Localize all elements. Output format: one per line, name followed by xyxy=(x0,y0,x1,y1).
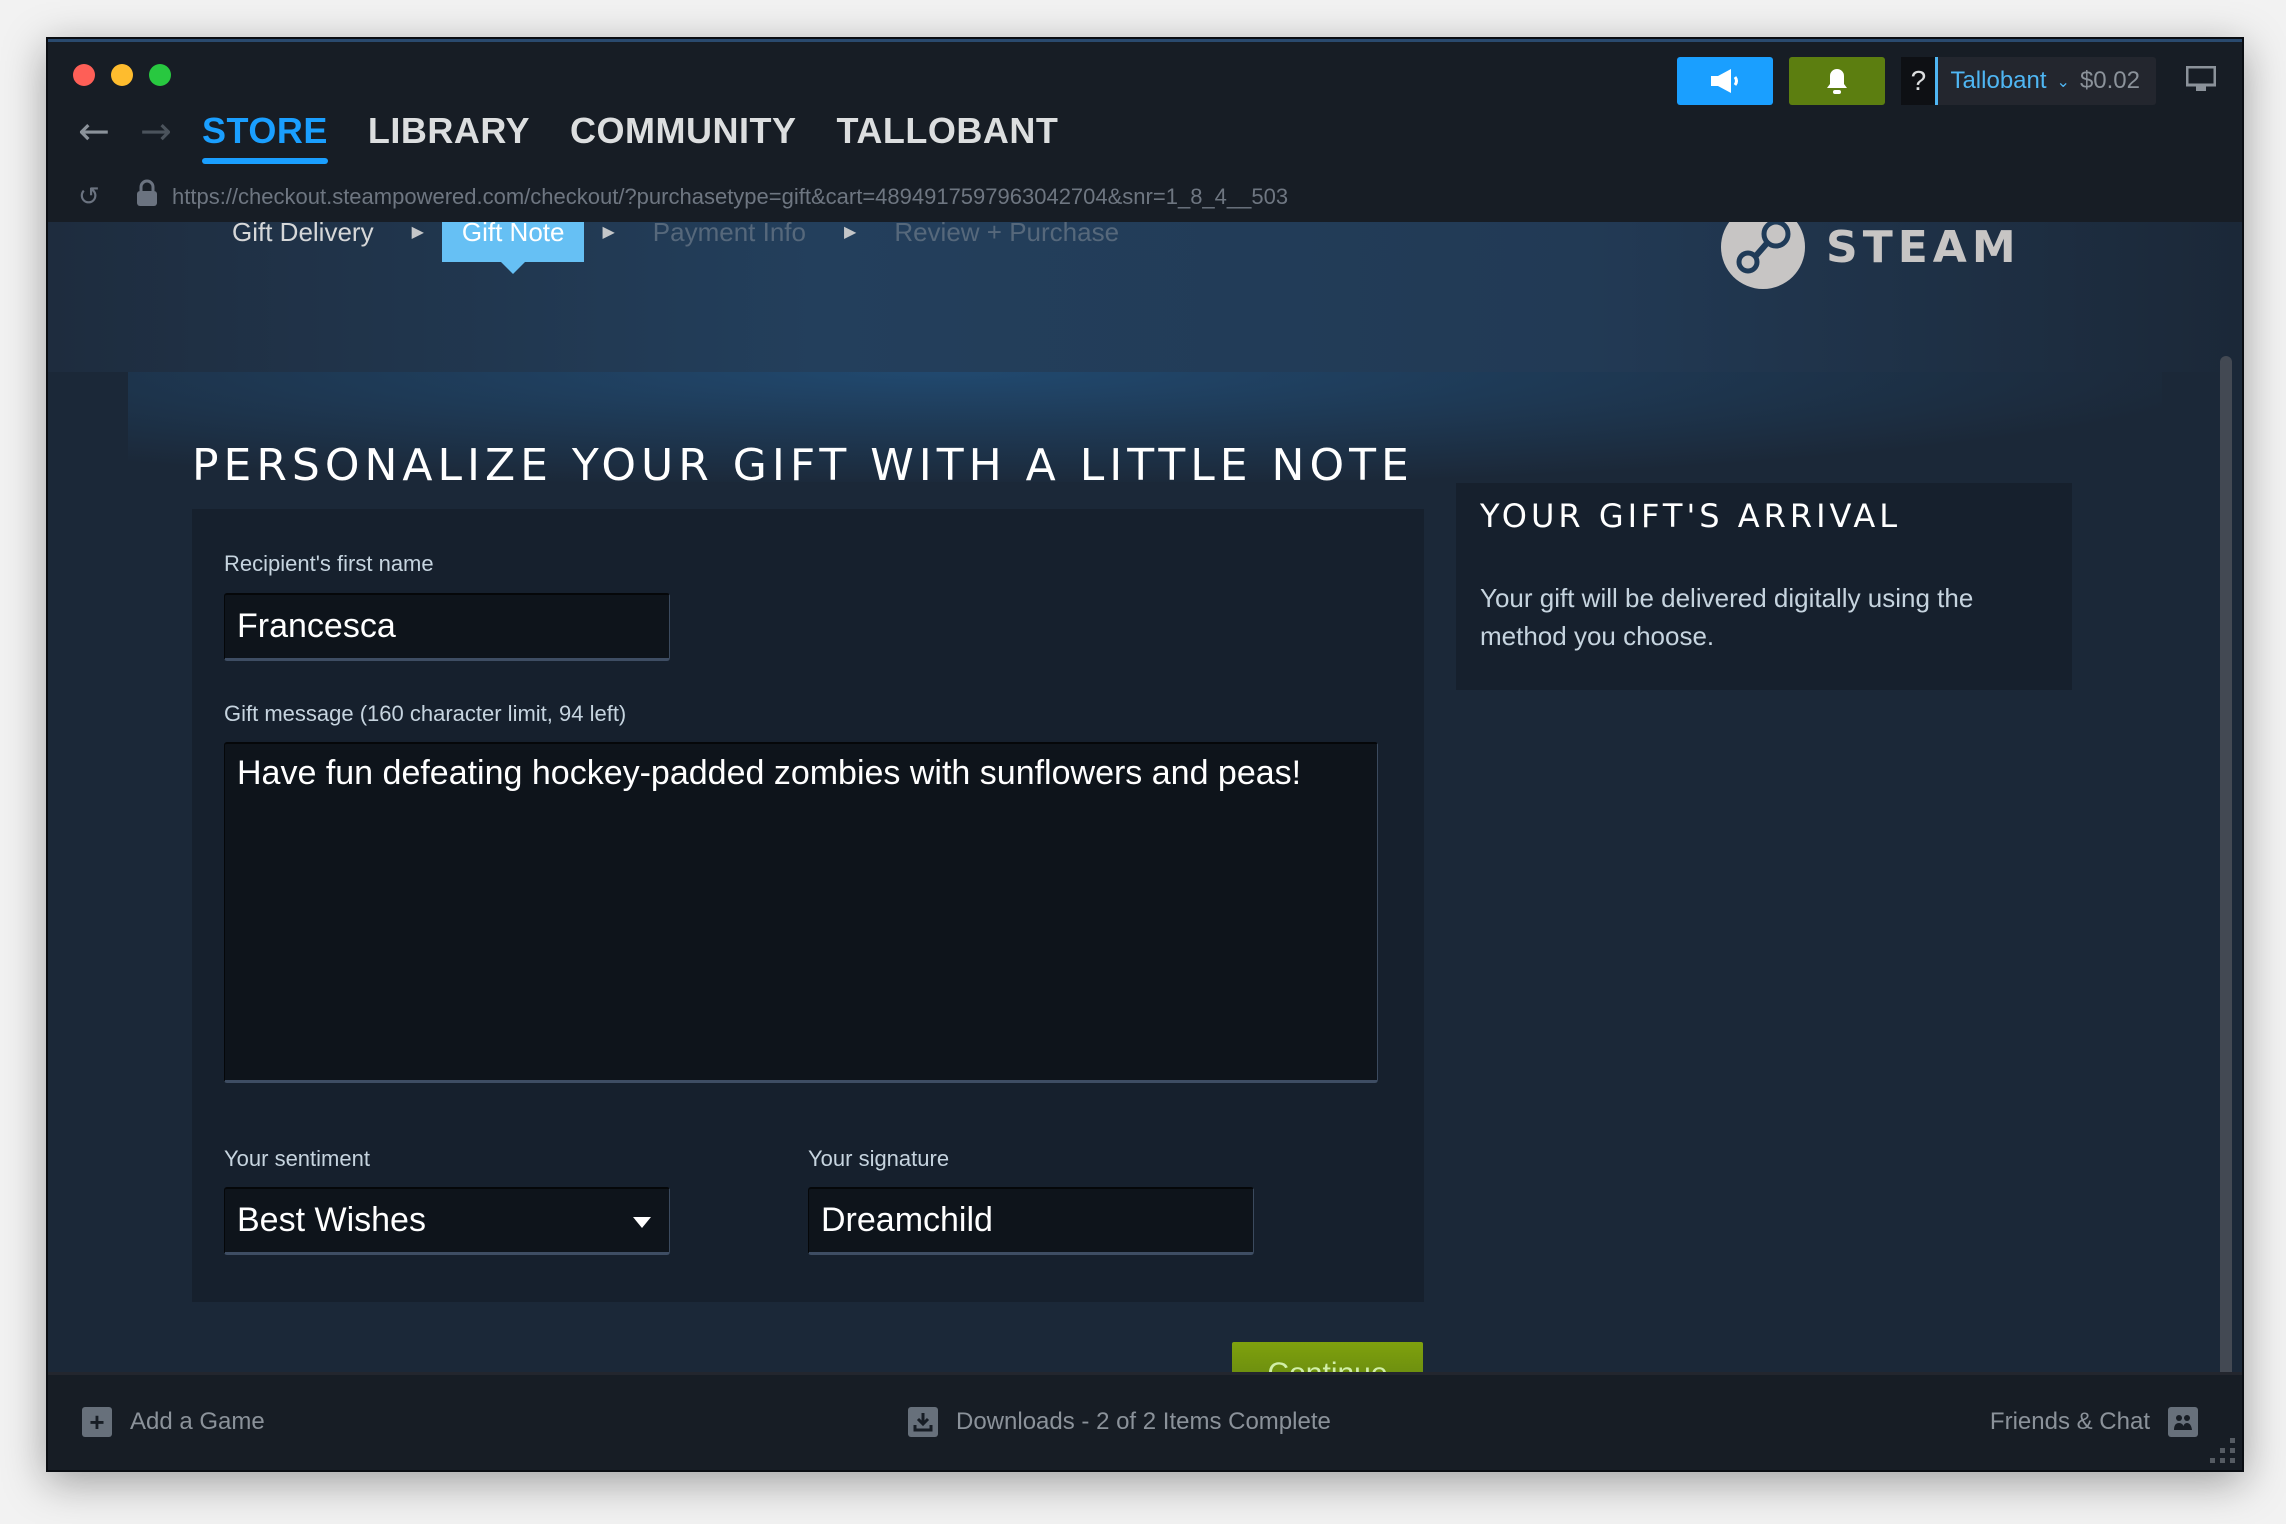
sentiment-select[interactable]: Best Wishes xyxy=(224,1187,670,1255)
gift-message-label: Gift message (160 character limit, 94 le… xyxy=(224,701,627,726)
tab-community[interactable]: COMMUNITY xyxy=(570,110,796,152)
sentiment-value: Best Wishes xyxy=(237,1201,426,1239)
monitor-icon xyxy=(2185,65,2217,91)
minimize-window-button[interactable] xyxy=(111,64,133,86)
main-nav: ← → STORE LIBRARY COMMUNITY TALLOBANT xyxy=(78,110,1098,164)
step-arrow-icon: ▶ xyxy=(602,222,615,241)
chevron-down-icon: ⌄ xyxy=(2056,71,2070,91)
step-arrow-icon: ▶ xyxy=(411,222,424,241)
window-controls xyxy=(73,64,171,86)
steam-window: ← → STORE LIBRARY COMMUNITY TALLOBANT ↺ … xyxy=(46,37,2244,1472)
store-content: Gift Delivery ▶ Gift Note ▶ Payment Info… xyxy=(48,222,2242,1408)
zoom-window-button[interactable] xyxy=(149,64,171,86)
step-review-purchase: Review + Purchase xyxy=(894,222,1120,247)
downloads-button[interactable]: Downloads - 2 of 2 Items Complete xyxy=(908,1407,1331,1437)
recipient-label: Recipient's first name xyxy=(224,551,434,576)
step-gift-note: Gift Note xyxy=(441,222,585,274)
gift-message-textarea[interactable]: Have fun defeating hockey-padded zombies… xyxy=(224,742,1378,1083)
url-bar: ↺ https://checkout.steampowered.com/chec… xyxy=(78,179,1288,214)
gift-arrival-title: YOUR GIFT'S ARRIVAL xyxy=(1480,497,1902,535)
resize-grip-icon[interactable] xyxy=(2208,1436,2236,1464)
announcements-button[interactable] xyxy=(1677,57,1774,105)
friends-icon xyxy=(2168,1407,2198,1437)
tab-library[interactable]: LIBRARY xyxy=(368,110,530,152)
forward-arrow-icon[interactable]: → xyxy=(140,112,202,150)
recipient-name-input[interactable]: Francesca xyxy=(224,593,670,661)
steam-logo-text: STEAM xyxy=(1826,222,2021,273)
help-button[interactable]: ? xyxy=(1901,57,1939,105)
bottom-bar: + Add a Game Downloads - 2 of 2 Items Co… xyxy=(48,1372,2242,1470)
friends-chat-button[interactable]: Friends & Chat xyxy=(1990,1407,2198,1437)
plus-icon: + xyxy=(82,1407,112,1437)
url-text[interactable]: https://checkout.steampowered.com/checko… xyxy=(172,184,1288,210)
signature-label: Your signature xyxy=(808,1146,950,1171)
account-menu[interactable]: ? Tallobant ⌄ $0.02 xyxy=(1901,57,2156,105)
scrollbar[interactable] xyxy=(2220,356,2232,1402)
notifications-button[interactable] xyxy=(1789,57,1886,105)
add-game-label: Add a Game xyxy=(130,1408,265,1435)
bell-icon xyxy=(1827,69,1848,94)
dropdown-caret-icon xyxy=(633,1216,651,1228)
steam-logo: STEAM xyxy=(1718,222,2021,292)
gift-note-form: Recipient's first name Francesca Gift me… xyxy=(192,509,1424,1302)
steam-logo-icon xyxy=(1721,222,1805,289)
gift-arrival-text: Your gift will be delivered digitally us… xyxy=(1480,583,1974,651)
wallet-balance: $0.02 xyxy=(2079,67,2140,94)
reload-icon[interactable]: ↺ xyxy=(78,182,136,212)
gift-arrival-panel: YOUR GIFT'S ARRIVAL Your gift will be de… xyxy=(1456,483,2072,690)
tab-store[interactable]: STORE xyxy=(202,110,328,164)
tab-profile[interactable]: TALLOBANT xyxy=(837,110,1059,152)
top-right-controls: ? Tallobant ⌄ $0.02 xyxy=(1677,56,2242,106)
friends-chat-label: Friends & Chat xyxy=(1989,1408,2150,1435)
megaphone-icon xyxy=(1711,69,1739,93)
lock-icon xyxy=(136,179,172,214)
step-arrow-icon: ▶ xyxy=(844,222,857,241)
back-arrow-icon[interactable]: ← xyxy=(78,112,140,150)
signature-input[interactable]: Dreamchild xyxy=(808,1187,1254,1255)
close-window-button[interactable] xyxy=(73,64,95,86)
big-picture-button[interactable] xyxy=(2185,65,2217,96)
titlebar: ← → STORE LIBRARY COMMUNITY TALLOBANT ↺ … xyxy=(48,39,2242,222)
add-game-button[interactable]: + Add a Game xyxy=(82,1407,265,1437)
download-icon xyxy=(908,1407,938,1437)
step-gift-delivery[interactable]: Gift Delivery xyxy=(212,222,394,262)
page-title: PERSONALIZE YOUR GIFT WITH A LITTLE NOTE xyxy=(192,440,1414,491)
account-username[interactable]: Tallobant xyxy=(1950,67,2046,95)
downloads-status: Downloads - 2 of 2 Items Complete xyxy=(956,1408,1331,1435)
step-payment-info: Payment Info xyxy=(652,222,806,247)
sentiment-label: Your sentiment xyxy=(224,1146,370,1171)
checkout-steps: Gift Delivery ▶ Gift Note ▶ Payment Info… xyxy=(212,222,1139,274)
